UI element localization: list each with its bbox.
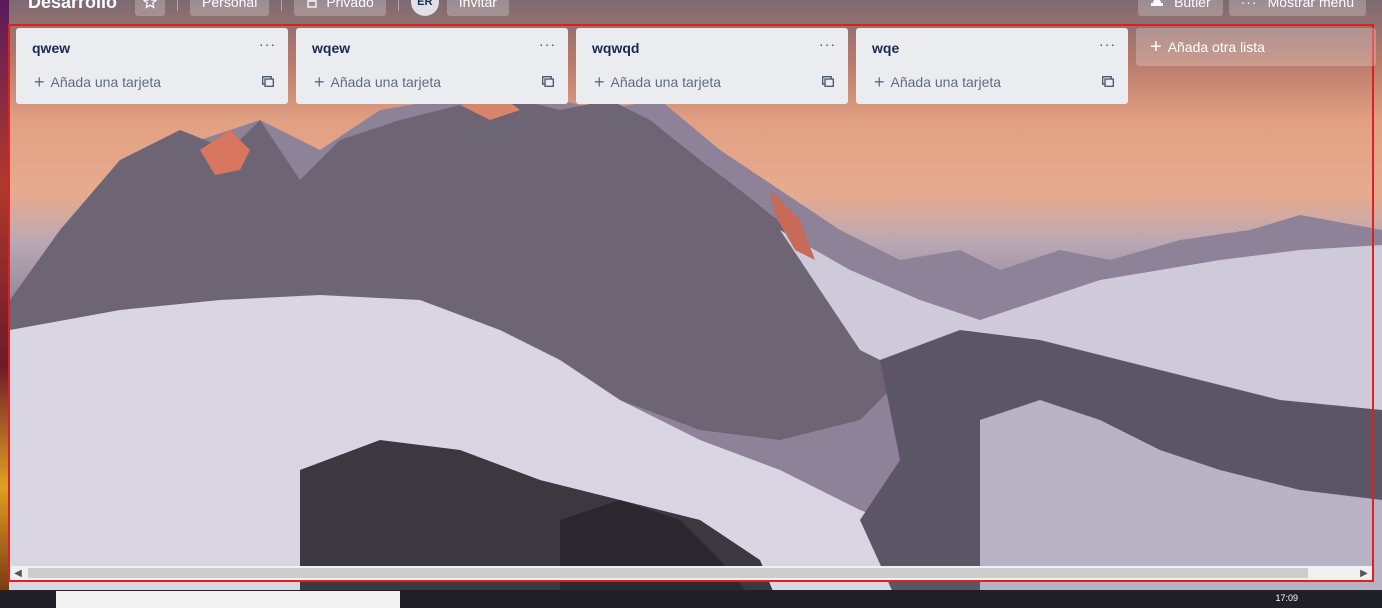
add-card-button[interactable]: + Añada una tarjeta <box>34 72 162 92</box>
list-column: wqwqd ··· + Añada una tarjeta <box>576 28 848 104</box>
add-card-label: Añada una tarjeta <box>330 74 442 90</box>
list-menu-button[interactable]: ··· <box>819 36 836 52</box>
invite-button[interactable]: Invitar <box>446 0 509 16</box>
list-column: wqew ··· + Añada una tarjeta <box>296 28 568 104</box>
list-menu-button[interactable]: ··· <box>259 36 276 52</box>
header-divider <box>177 0 179 11</box>
add-list-label: Añada otra lista <box>1167 39 1265 55</box>
add-card-label: Añada una tarjeta <box>50 74 162 90</box>
plus-icon: + <box>1150 36 1162 58</box>
header-divider <box>397 0 399 11</box>
plus-icon: + <box>874 72 885 92</box>
butler-icon <box>1151 0 1164 6</box>
star-button[interactable] <box>135 0 166 16</box>
show-menu-label: Mostrar menú <box>1267 0 1354 10</box>
scroll-right-arrow-icon[interactable]: ▶ <box>1356 566 1372 580</box>
more-dots-icon: ··· <box>1240 0 1258 10</box>
list-title[interactable]: wqew <box>312 40 350 56</box>
header-divider <box>281 0 283 11</box>
butler-button[interactable]: Butler <box>1138 0 1223 16</box>
butler-label: Butler <box>1174 0 1211 10</box>
os-taskbar: 17:09 <box>0 590 1382 608</box>
list-column: wqe ··· + Añada una tarjeta <box>856 28 1128 104</box>
add-card-button[interactable]: + Añada una tarjeta <box>314 72 442 92</box>
list-menu-button[interactable]: ··· <box>1099 36 1116 52</box>
add-card-label: Añada una tarjeta <box>610 74 722 90</box>
scroll-left-arrow-icon[interactable]: ◀ <box>10 566 26 580</box>
list-title[interactable]: wqwqd <box>592 40 639 56</box>
card-template-icon[interactable] <box>542 76 554 87</box>
add-card-button[interactable]: + Añada una tarjeta <box>594 72 722 92</box>
horizontal-scrollbar[interactable]: ◀ ▶ <box>10 566 1372 580</box>
board-header: Desarrollo Personal Privado ER Invitar B… <box>0 0 1382 18</box>
lock-icon <box>307 0 317 8</box>
list-column: qwew ··· + Añada una tarjeta <box>16 28 288 104</box>
taskbar-clock: 17:09 <box>1275 593 1298 603</box>
list-title[interactable]: wqe <box>872 40 899 56</box>
plus-icon: + <box>34 72 45 92</box>
list-title[interactable]: qwew <box>32 40 70 56</box>
plus-icon: + <box>314 72 325 92</box>
taskbar-search-box[interactable] <box>56 591 400 608</box>
team-visibility-button[interactable]: Personal <box>190 0 270 16</box>
card-template-icon[interactable] <box>822 76 834 87</box>
scrollbar-thumb[interactable] <box>28 568 1308 578</box>
privacy-button[interactable]: Privado <box>294 0 386 16</box>
member-avatar[interactable]: ER <box>410 0 439 16</box>
add-list-button[interactable]: + Añada otra lista <box>1136 28 1376 66</box>
card-template-icon[interactable] <box>262 76 274 87</box>
add-card-label: Añada una tarjeta <box>890 74 1002 90</box>
board-title[interactable]: Desarrollo <box>28 0 117 13</box>
list-menu-button[interactable]: ··· <box>539 36 556 52</box>
header-right-actions: Butler ··· Mostrar menú <box>1138 0 1366 18</box>
add-card-button[interactable]: + Añada una tarjeta <box>874 72 1002 92</box>
show-menu-button[interactable]: ··· Mostrar menú <box>1228 0 1366 16</box>
card-template-icon[interactable] <box>1102 76 1114 87</box>
star-icon <box>143 0 158 9</box>
board-canvas: qwew ··· + Añada una tarjeta wqew ··· + … <box>8 24 1376 582</box>
plus-icon: + <box>594 72 605 92</box>
privacy-label: Privado <box>326 0 374 10</box>
